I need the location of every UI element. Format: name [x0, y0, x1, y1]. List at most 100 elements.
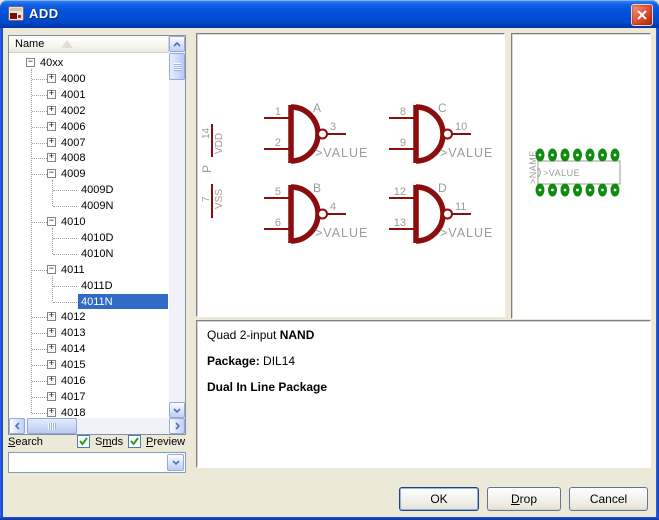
tree-item-4009[interactable]: −4009: [9, 166, 169, 182]
tree-item-4010[interactable]: −4010: [9, 214, 169, 230]
scroll-right-button[interactable]: [169, 418, 185, 434]
expand-icon[interactable]: +: [47, 122, 56, 131]
tree-connector: [32, 127, 47, 128]
tree-item-4006[interactable]: +4006: [9, 119, 169, 135]
nand-gate-a: 1 2 3 A >VALUE: [264, 101, 368, 163]
tree-connector: [53, 206, 77, 207]
svg-text:11: 11: [455, 201, 466, 213]
scroll-up-button[interactable]: [169, 36, 185, 52]
preview-label[interactable]: Preview: [146, 436, 185, 448]
search-combobox[interactable]: [8, 452, 186, 473]
package-preview-panel: >VALUE >NAME: [511, 33, 651, 319]
tree-item-4014[interactable]: +4014: [9, 341, 169, 357]
svg-text:D: D: [438, 181, 447, 195]
collapse-icon[interactable]: −: [47, 217, 56, 226]
search-input[interactable]: [11, 455, 165, 470]
tree-item-label: 4002: [59, 104, 87, 118]
collapse-icon[interactable]: −: [47, 265, 56, 274]
description-panel: Quad 2-input NAND Package: DIL14 Dual In…: [196, 320, 651, 468]
expand-icon[interactable]: +: [47, 106, 56, 115]
expand-icon[interactable]: +: [47, 376, 56, 385]
pad-drill: [576, 189, 579, 192]
pad-drill: [564, 154, 567, 157]
tree-horizontal-scrollbar[interactable]: [9, 418, 185, 434]
tree-item-4010d[interactable]: 4010D: [9, 230, 169, 246]
preview-checkbox[interactable]: [128, 435, 141, 448]
smds-checkbox[interactable]: [77, 435, 90, 448]
expand-icon[interactable]: +: [47, 138, 56, 147]
tree-item-4008[interactable]: +4008: [9, 150, 169, 166]
tree-item-label: 4011N: [79, 295, 115, 309]
tree-item-4011d[interactable]: 4011D: [9, 278, 169, 294]
tree-item-4010n[interactable]: 4010N: [9, 246, 169, 262]
ok-button[interactable]: OK: [399, 487, 479, 511]
tree-item-4012[interactable]: +4012: [9, 309, 169, 325]
expand-icon[interactable]: +: [47, 344, 56, 353]
nand-gate-b: 5 6 4 B >VALUE: [264, 181, 368, 243]
tree-guide-line: [52, 276, 53, 302]
expand-icon[interactable]: +: [47, 360, 56, 369]
expand-icon[interactable]: +: [47, 312, 56, 321]
pad-drill: [539, 154, 542, 157]
expand-icon[interactable]: +: [47, 392, 56, 401]
svg-text:8: 8: [400, 106, 406, 118]
tree-item-4009n[interactable]: 4009N: [9, 198, 169, 214]
tree-item-4007[interactable]: +4007: [9, 135, 169, 151]
vertical-scroll-thumb[interactable]: [169, 53, 185, 80]
svg-text:7: 7: [201, 196, 212, 202]
svg-text:4: 4: [330, 201, 336, 213]
expand-icon[interactable]: +: [47, 74, 56, 83]
svg-text:C: C: [438, 101, 447, 115]
collapse-icon[interactable]: −: [26, 58, 35, 67]
tree-connector: [32, 111, 47, 112]
close-icon: [637, 10, 647, 20]
svg-text:VSS: VSS: [214, 189, 225, 209]
expand-icon[interactable]: +: [47, 408, 56, 417]
nand-gate-d: 12 13 11 D >VALUE: [389, 181, 493, 243]
svg-text:2: 2: [275, 137, 281, 149]
expand-icon[interactable]: +: [47, 90, 56, 99]
tree-item-label: 4001: [59, 88, 87, 102]
drop-button[interactable]: Drop: [487, 487, 561, 511]
tree-item-4016[interactable]: +4016: [9, 373, 169, 389]
tree-item-4017[interactable]: +4017: [9, 389, 169, 405]
expand-icon[interactable]: +: [47, 328, 56, 337]
close-button[interactable]: [631, 4, 653, 26]
name-column-header[interactable]: Name: [9, 36, 169, 53]
scroll-left-button[interactable]: [9, 418, 25, 434]
dil14-package-drawing: >VALUE >NAME: [512, 34, 650, 318]
smds-label[interactable]: Smds: [95, 436, 123, 448]
tree-connector: [53, 286, 77, 287]
tree-item-4000[interactable]: +4000: [9, 71, 169, 87]
svg-text:>NAME: >NAME: [528, 150, 538, 184]
app-icon: [8, 6, 24, 21]
tree-item-label: 4013: [59, 326, 87, 340]
name-column-label: Name: [15, 38, 44, 50]
combo-dropdown-button[interactable]: [167, 454, 184, 471]
tree-item-4001[interactable]: +4001: [9, 87, 169, 103]
check-icon: [129, 436, 140, 447]
component-tree[interactable]: −40xx+4000+4001+4002+4006+4007+4008−4009…: [9, 53, 169, 418]
tree-item-4002[interactable]: +4002: [9, 103, 169, 119]
tree-item-4015[interactable]: +4015: [9, 357, 169, 373]
tree-item-label: 4015: [59, 358, 87, 372]
title-bar[interactable]: ADD: [0, 0, 659, 28]
tree-item-4018[interactable]: +4018: [9, 405, 169, 418]
expand-icon[interactable]: +: [47, 153, 56, 162]
pad-drill: [576, 154, 579, 157]
tree-item-4009d[interactable]: 4009D: [9, 182, 169, 198]
scroll-down-button[interactable]: [169, 402, 185, 418]
tree-connector: [32, 79, 47, 80]
tree-item-4013[interactable]: +4013: [9, 325, 169, 341]
tree-connector: [32, 222, 47, 223]
horizontal-scroll-thumb[interactable]: [27, 418, 77, 434]
cancel-button[interactable]: Cancel: [569, 487, 648, 511]
tree-item-4011[interactable]: −4011: [9, 262, 169, 278]
tree-item-4011n[interactable]: 4011N: [9, 294, 169, 310]
chevron-up-icon: [173, 42, 181, 47]
tree-item-40xx[interactable]: −40xx: [9, 55, 169, 71]
tree-item-label: 4017: [59, 390, 87, 404]
collapse-icon[interactable]: −: [47, 169, 56, 178]
window-border-left: [0, 24, 3, 520]
tree-vertical-scrollbar[interactable]: [169, 36, 185, 418]
